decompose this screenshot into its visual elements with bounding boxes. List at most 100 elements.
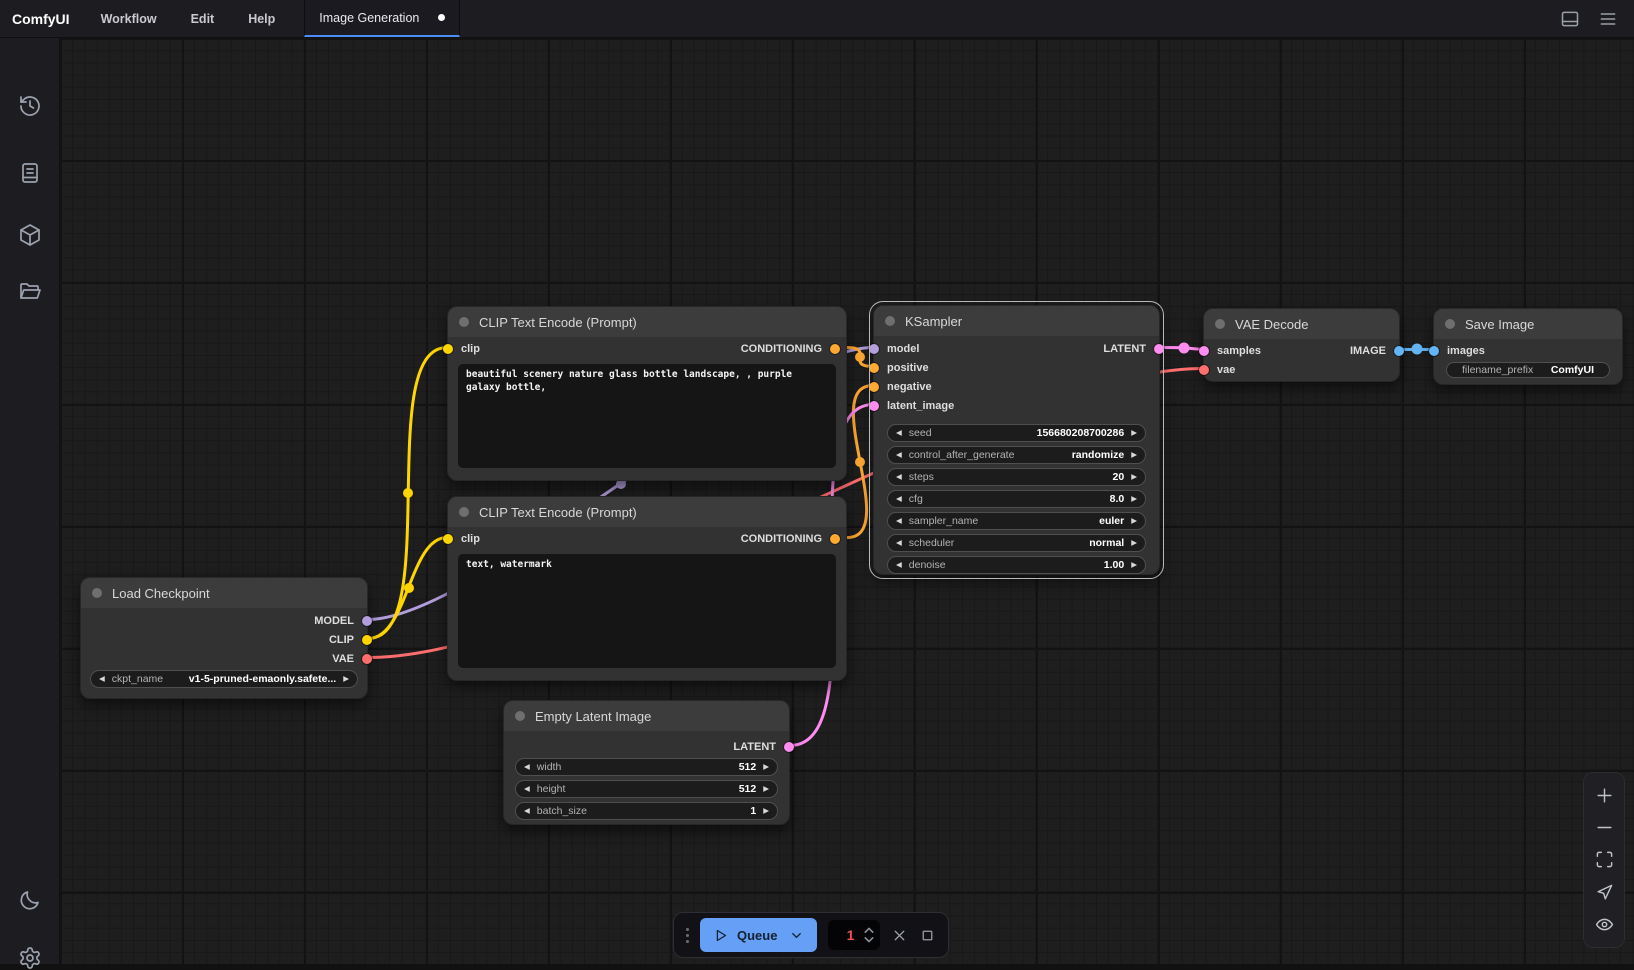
zoom-out-minus-icon[interactable]	[1595, 818, 1614, 837]
image-slot-dot[interactable]	[1394, 346, 1404, 356]
widget-cfg[interactable]: ◀ cfg 8.0 ▶	[887, 490, 1146, 508]
prev-arrow-icon[interactable]: ◀	[524, 763, 530, 771]
node-title-bar[interactable]: CLIP Text Encode (Prompt)	[448, 497, 846, 527]
fit-view-icon[interactable]	[1595, 850, 1614, 869]
widget-filename-prefix[interactable]: filename_prefix ComfyUI	[1446, 362, 1610, 378]
collapse-dot-icon[interactable]	[885, 316, 895, 326]
collapse-dot-icon[interactable]	[515, 711, 525, 721]
widget-batch-size[interactable]: ◀ batch_size 1 ▶	[515, 802, 778, 820]
clip-slot-dot[interactable]	[443, 344, 453, 354]
output-slot-image[interactable]: IMAGE	[1350, 345, 1404, 357]
node-graph-canvas[interactable]	[60, 38, 1634, 964]
zoom-in-plus-icon[interactable]	[1595, 786, 1614, 805]
input-slot-images[interactable]: images	[1429, 345, 1485, 357]
node-save-image[interactable]: Save Image images filename_prefix ComfyU…	[1433, 308, 1623, 385]
next-arrow-icon[interactable]: ▶	[763, 763, 769, 771]
drag-handle-icon[interactable]	[686, 928, 689, 943]
prev-arrow-icon[interactable]: ◀	[896, 451, 902, 459]
next-arrow-icon[interactable]: ▶	[343, 675, 349, 683]
node-title-bar[interactable]: CLIP Text Encode (Prompt)	[448, 307, 846, 337]
node-title-bar[interactable]: Load Checkpoint	[81, 578, 367, 608]
prev-arrow-icon[interactable]: ◀	[524, 785, 530, 793]
clear-queue-x-icon[interactable]	[891, 927, 908, 944]
prev-arrow-icon[interactable]: ◀	[896, 517, 902, 525]
widget-steps[interactable]: ◀ steps 20 ▶	[887, 468, 1146, 486]
next-arrow-icon[interactable]: ▶	[763, 807, 769, 815]
widget-height[interactable]: ◀ height 512 ▶	[515, 780, 778, 798]
output-slot-latent[interactable]: LATENT	[1103, 343, 1164, 355]
next-arrow-icon[interactable]: ▶	[1131, 429, 1137, 437]
node-ksampler[interactable]: KSampler model LATENT positive negative …	[873, 305, 1160, 575]
queue-log-icon[interactable]	[18, 161, 42, 185]
prev-arrow-icon[interactable]: ◀	[896, 495, 902, 503]
next-arrow-icon[interactable]: ▶	[1131, 561, 1137, 569]
input-slot-samples[interactable]: samples	[1199, 345, 1261, 357]
conditioning-slot-dot[interactable]	[830, 534, 840, 544]
output-slot-latent[interactable]: LATENT	[733, 741, 794, 753]
queue-button[interactable]: Queue	[700, 918, 817, 952]
node-title-bar[interactable]: Save Image	[1434, 309, 1622, 339]
collapse-dot-icon[interactable]	[92, 588, 102, 598]
history-icon[interactable]	[18, 94, 42, 118]
next-arrow-icon[interactable]: ▶	[1131, 517, 1137, 525]
output-slot-model[interactable]: MODEL	[314, 615, 372, 627]
panel-toggle-icon[interactable]	[1560, 9, 1580, 29]
prompt-textarea[interactable]: text, watermark	[458, 554, 836, 668]
model-slot-dot[interactable]	[362, 616, 372, 626]
clip-slot-dot[interactable]	[443, 534, 453, 544]
next-arrow-icon[interactable]: ▶	[1131, 495, 1137, 503]
latent-slot-dot[interactable]	[1199, 346, 1209, 356]
step-down-icon[interactable]	[864, 936, 874, 943]
node-vae-decode[interactable]: VAE Decode samples IMAGE vae	[1203, 308, 1400, 382]
input-slot-negative[interactable]: negative	[869, 381, 932, 393]
input-slot-model[interactable]: model	[869, 343, 919, 355]
next-arrow-icon[interactable]: ▶	[1131, 451, 1137, 459]
prev-arrow-icon[interactable]: ◀	[99, 675, 105, 683]
input-slot-vae[interactable]: vae	[1199, 364, 1235, 376]
prev-arrow-icon[interactable]: ◀	[524, 807, 530, 815]
widget-width[interactable]: ◀ width 512 ▶	[515, 758, 778, 776]
latent-slot-dot[interactable]	[784, 742, 794, 752]
menu-workflow[interactable]: Workflow	[84, 0, 174, 37]
node-load-checkpoint[interactable]: Load Checkpoint MODEL CLIP VAE ◀ ckpt_na…	[80, 577, 368, 699]
collapse-dot-icon[interactable]	[459, 317, 469, 327]
prompt-textarea[interactable]: beautiful scenery nature glass bottle la…	[458, 364, 836, 468]
theme-moon-icon[interactable]	[18, 888, 42, 912]
vae-slot-dot[interactable]	[1199, 365, 1209, 375]
model-slot-dot[interactable]	[869, 344, 879, 354]
widget-denoise[interactable]: ◀ denoise 1.00 ▶	[887, 556, 1146, 574]
conditioning-slot-dot[interactable]	[869, 363, 879, 373]
vae-slot-dot[interactable]	[362, 654, 372, 664]
node-clip-text-encode-positive[interactable]: CLIP Text Encode (Prompt) clip CONDITION…	[447, 306, 847, 481]
prev-arrow-icon[interactable]: ◀	[896, 473, 902, 481]
conditioning-slot-dot[interactable]	[830, 344, 840, 354]
widget-seed[interactable]: ◀ seed 156680208700286 ▶	[887, 424, 1146, 442]
node-empty-latent-image[interactable]: Empty Latent Image LATENT ◀ width 512 ▶ …	[503, 700, 790, 825]
next-arrow-icon[interactable]: ▶	[1131, 539, 1137, 547]
widget-ckpt-name[interactable]: ◀ ckpt_name v1-5-pruned-emaonly.safete..…	[90, 670, 358, 688]
clip-slot-dot[interactable]	[362, 635, 372, 645]
workflows-folder-icon[interactable]	[18, 279, 42, 303]
menu-help[interactable]: Help	[231, 0, 292, 37]
latent-slot-dot[interactable]	[1154, 344, 1164, 354]
menu-edit[interactable]: Edit	[174, 0, 232, 37]
input-slot-clip[interactable]: clip	[443, 343, 480, 355]
node-title-bar[interactable]: KSampler	[874, 306, 1159, 336]
node-clip-text-encode-negative[interactable]: CLIP Text Encode (Prompt) clip CONDITION…	[447, 496, 847, 681]
tab-image-generation[interactable]: Image Generation	[304, 0, 460, 37]
pan-navigation-icon[interactable]	[1595, 883, 1614, 902]
toggle-visibility-eye-icon[interactable]	[1595, 915, 1614, 934]
latent-slot-dot[interactable]	[869, 401, 879, 411]
prev-arrow-icon[interactable]: ◀	[896, 561, 902, 569]
prev-arrow-icon[interactable]: ◀	[896, 429, 902, 437]
input-slot-clip[interactable]: clip	[443, 533, 480, 545]
stop-square-icon[interactable]	[919, 927, 936, 944]
output-slot-conditioning[interactable]: CONDITIONING	[741, 343, 840, 355]
next-arrow-icon[interactable]: ▶	[763, 785, 769, 793]
batch-count-stepper[interactable]: 1	[828, 920, 880, 950]
widget-control-after-generate[interactable]: ◀ control_after_generate randomize ▶	[887, 446, 1146, 464]
output-slot-vae[interactable]: VAE	[332, 653, 372, 665]
next-arrow-icon[interactable]: ▶	[1131, 473, 1137, 481]
hamburger-menu-icon[interactable]	[1598, 9, 1618, 29]
prev-arrow-icon[interactable]: ◀	[896, 539, 902, 547]
